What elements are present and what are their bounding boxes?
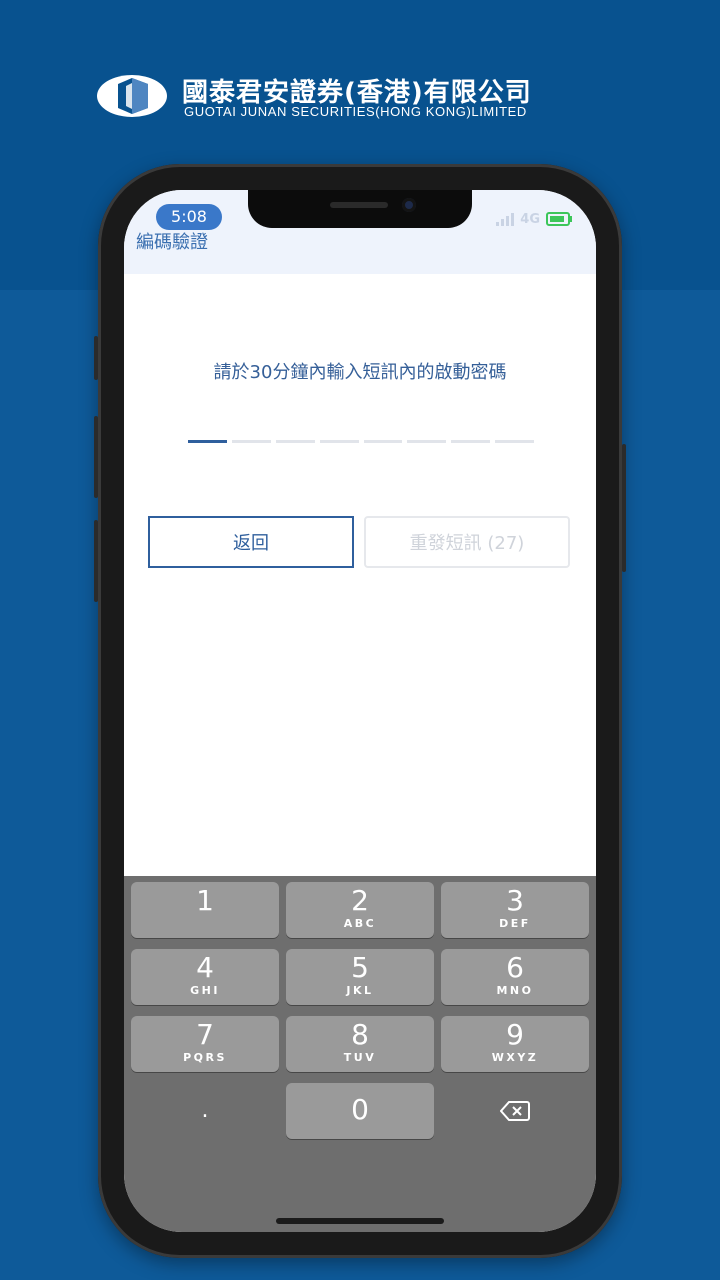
home-indicator[interactable] (276, 1218, 444, 1224)
brand-name-en: GUOTAI JUNAN SECURITIES(HONG KONG)LIMITE… (184, 104, 527, 119)
page-title: 編碼驗證 (136, 232, 208, 253)
app-screen: 5:08 編碼驗證 4G 請於30分鐘內輸入短訊內的啟動密碼 返回 重發短訊 (… (124, 190, 596, 1232)
phone-volume-up (94, 416, 98, 498)
phone-power-button (622, 444, 626, 572)
code-slot[interactable] (363, 440, 403, 443)
code-slot[interactable] (319, 440, 359, 443)
signal-icon (496, 212, 515, 226)
backspace-icon (499, 1101, 530, 1121)
code-input[interactable] (188, 440, 534, 446)
key-3[interactable]: 3 DEF (441, 882, 589, 938)
status-icons: 4G (480, 210, 572, 228)
key-7[interactable]: 7 PQRS (131, 1016, 279, 1072)
key-0[interactable]: 0 (286, 1083, 434, 1139)
speaker-grill (330, 202, 388, 208)
phone-volume-down (94, 520, 98, 602)
notch (248, 190, 472, 228)
instruction-text: 請於30分鐘內輸入短訊內的啟動密碼 (213, 362, 507, 383)
phone-mute-switch (94, 336, 98, 380)
resend-sms-button: 重發短訊 (27) (364, 516, 570, 568)
key-6[interactable]: 6 MNO (441, 949, 589, 1005)
key-9[interactable]: 9 WXYZ (441, 1016, 589, 1072)
key-dot[interactable]: . (131, 1083, 279, 1139)
network-type: 4G (520, 211, 540, 227)
numeric-keypad: 1 2 ABC 3 DEF 4 GHI 5 JKL 6 MNO 7 PQRS 8 TUV (124, 876, 596, 1232)
backspace-key[interactable] (441, 1083, 589, 1139)
code-slot[interactable] (407, 440, 447, 443)
key-5[interactable]: 5 JKL (286, 949, 434, 1005)
code-slot[interactable] (495, 440, 534, 443)
code-slot[interactable] (275, 440, 315, 443)
gtja-logo-icon (97, 75, 167, 117)
back-button[interactable]: 返回 (148, 516, 354, 568)
code-slot[interactable] (188, 440, 227, 443)
code-slot[interactable] (451, 440, 491, 443)
key-2[interactable]: 2 ABC (286, 882, 434, 938)
key-1[interactable]: 1 (131, 882, 279, 938)
key-8[interactable]: 8 TUV (286, 1016, 434, 1072)
brand-banner: 國泰君安證券(香港)有限公司 GUOTAI JUNAN SECURITIES(H… (96, 70, 616, 122)
code-slot[interactable] (231, 440, 271, 443)
phone-frame: 5:08 編碼驗證 4G 請於30分鐘內輸入短訊內的啟動密碼 返回 重發短訊 (… (94, 164, 626, 1258)
key-4[interactable]: 4 GHI (131, 949, 279, 1005)
status-time: 5:08 (156, 204, 222, 230)
battery-icon (546, 212, 572, 226)
camera-icon (402, 198, 416, 212)
